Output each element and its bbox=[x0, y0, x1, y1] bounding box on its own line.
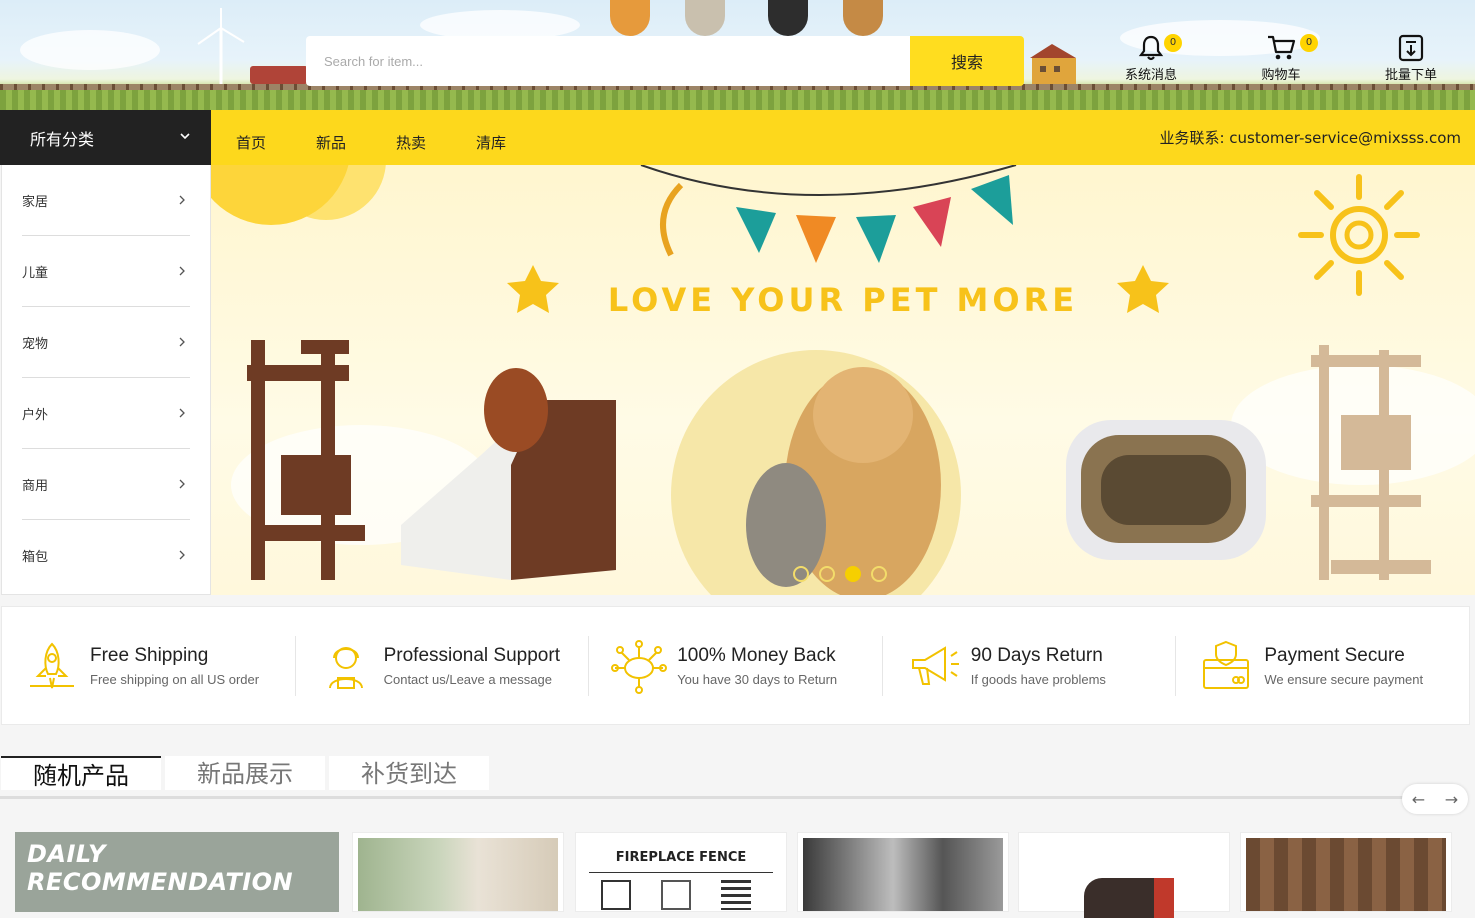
dog-mascots bbox=[600, 0, 890, 36]
daily-recommendation-banner: DAILY RECOMMENDATION bbox=[15, 832, 339, 912]
hero-illustration: LOVE YOUR PET MORE bbox=[211, 165, 1475, 595]
secure-card-icon bbox=[1203, 640, 1250, 689]
notifications-badge: 0 bbox=[1164, 34, 1182, 52]
carousel-dot[interactable] bbox=[793, 566, 809, 582]
category-label: 商用 bbox=[22, 478, 49, 494]
product-card[interactable] bbox=[797, 832, 1009, 912]
feature-free-shipping: Free Shipping Free shipping on all US or… bbox=[2, 636, 295, 696]
product-image: FIREPLACE FENCE bbox=[581, 838, 781, 911]
rocket-icon bbox=[30, 642, 74, 688]
carousel-dot[interactable] bbox=[871, 566, 887, 582]
feature-title: 90 Days Return bbox=[970, 644, 1103, 666]
cart-label: 购物车 bbox=[1261, 68, 1301, 83]
chevron-right-icon bbox=[179, 550, 185, 560]
carousel-dots bbox=[793, 566, 887, 582]
feature-subtitle: Contact us/Leave a message bbox=[383, 671, 552, 687]
notifications-label: 系统消息 bbox=[1124, 68, 1177, 83]
chevron-right-icon bbox=[179, 479, 185, 489]
category-item-bags[interactable]: 箱包 bbox=[22, 520, 190, 591]
category-item-pets[interactable]: 宠物 bbox=[22, 307, 190, 378]
category-label: 儿童 bbox=[22, 265, 49, 281]
product-image-title: FIREPLACE FENCE bbox=[615, 850, 747, 865]
chevron-right-icon bbox=[179, 195, 185, 205]
feature-title: Professional Support bbox=[383, 644, 560, 666]
carousel-arrows: ← → bbox=[1402, 784, 1468, 814]
cart-button[interactable]: 0 购物车 bbox=[1236, 34, 1326, 83]
category-item-outdoor[interactable]: 户外 bbox=[22, 378, 190, 449]
product-card[interactable]: FIREPLACE FENCE bbox=[575, 832, 787, 912]
cart-icon bbox=[1268, 35, 1296, 60]
support-agent-icon bbox=[328, 646, 363, 689]
arrow-left-icon[interactable]: ← bbox=[1412, 790, 1425, 809]
nav-home[interactable]: 首页 bbox=[236, 122, 266, 153]
product-card[interactable] bbox=[1240, 832, 1452, 912]
bulk-order-button[interactable]: 批量下单 bbox=[1366, 34, 1456, 83]
feature-professional-support: Professional Support Contact us/Leave a … bbox=[294, 635, 589, 696]
feature-subtitle: Free shipping on all US order bbox=[90, 671, 260, 687]
notifications-button[interactable]: 0 系统消息 bbox=[1106, 34, 1196, 83]
category-label: 宠物 bbox=[22, 336, 49, 352]
hero-banner[interactable]: LOVE YOUR PET MORE bbox=[211, 165, 1475, 595]
tab-random-products[interactable]: 随机产品 bbox=[1, 756, 161, 790]
product-image bbox=[358, 838, 558, 911]
tab-new-products[interactable]: 新品展示 bbox=[165, 756, 325, 790]
product-card[interactable] bbox=[1018, 832, 1230, 918]
chevron-down-icon bbox=[180, 133, 190, 140]
category-item-commercial[interactable]: 商用 bbox=[22, 449, 190, 520]
feature-subtitle: You have 30 days to Return bbox=[677, 671, 838, 687]
product-image bbox=[1024, 838, 1224, 918]
sun-icon bbox=[1298, 174, 1420, 296]
arrow-right-icon[interactable]: → bbox=[1445, 790, 1458, 809]
category-sidebar: 家居 儿童 宠物 户外 商用 箱包 bbox=[1, 165, 211, 595]
feature-title: Payment Secure bbox=[1264, 644, 1405, 666]
all-categories-button[interactable]: 所有分类 bbox=[0, 110, 211, 165]
chevron-right-icon bbox=[179, 337, 185, 347]
feature-subtitle: If goods have problems bbox=[970, 671, 1106, 687]
chevron-right-icon bbox=[179, 408, 185, 418]
product-image bbox=[1246, 838, 1446, 911]
nav-hot[interactable]: 热卖 bbox=[396, 122, 426, 153]
windmill-decoration bbox=[197, 8, 245, 94]
all-categories-label: 所有分类 bbox=[30, 129, 95, 149]
service-features: Free Shipping Free shipping on all US or… bbox=[1, 606, 1470, 725]
carousel-dot[interactable] bbox=[819, 566, 835, 582]
nav-new[interactable]: 新品 bbox=[316, 122, 346, 153]
search-box bbox=[306, 36, 910, 86]
business-contact: 业务联系: customer-service@mixsss.com bbox=[1159, 129, 1461, 147]
nav-links: 首页 新品 热卖 清库 bbox=[236, 110, 556, 165]
feature-subtitle: We ensure secure payment bbox=[1264, 671, 1424, 687]
search-button[interactable]: 搜索 bbox=[910, 36, 1024, 86]
category-label: 户外 bbox=[22, 407, 49, 423]
product-tabs: 随机产品 新品展示 补货到达 bbox=[0, 756, 1475, 800]
product-card[interactable] bbox=[352, 832, 564, 912]
bell-icon bbox=[1138, 35, 1164, 61]
main-nav: 所有分类 首页 新品 热卖 清库 业务联系: customer-service@… bbox=[0, 110, 1475, 165]
category-item-home[interactable]: 家居 bbox=[22, 165, 190, 236]
feature-money-back: 100% Money Back You have 30 days to Retu… bbox=[588, 635, 882, 696]
tabs-divider bbox=[0, 796, 1405, 799]
feature-days-return: 90 Days Return If goods have problems bbox=[881, 635, 1176, 696]
cart-badge: 0 bbox=[1300, 34, 1318, 52]
feature-title: Free Shipping bbox=[90, 644, 209, 666]
grass-strip bbox=[0, 90, 1475, 110]
product-image bbox=[803, 838, 1003, 911]
hero-headline: LOVE YOUR PET MORE bbox=[608, 281, 1078, 319]
category-label: 箱包 bbox=[22, 550, 49, 565]
nav-clearance[interactable]: 清库 bbox=[476, 122, 506, 153]
feature-title: 100% Money Back bbox=[677, 644, 836, 666]
category-label: 家居 bbox=[22, 194, 49, 210]
tab-restocked[interactable]: 补货到达 bbox=[329, 756, 489, 790]
product-row: DAILY RECOMMENDATION FIREPLACE FENCE bbox=[0, 815, 1475, 918]
megaphone-icon bbox=[911, 645, 959, 685]
category-item-kids[interactable]: 儿童 bbox=[22, 236, 190, 307]
carousel-dot-active[interactable] bbox=[845, 566, 861, 582]
chevron-right-icon bbox=[179, 266, 185, 276]
piggy-bank-icon bbox=[611, 639, 668, 694]
bulk-order-label: 批量下单 bbox=[1384, 68, 1437, 83]
house-decoration bbox=[1030, 44, 1076, 86]
bulk-order-icon bbox=[1398, 34, 1424, 62]
search-input[interactable] bbox=[324, 53, 910, 69]
feature-payment-secure: Payment Secure We ensure secure payment bbox=[1175, 635, 1469, 696]
